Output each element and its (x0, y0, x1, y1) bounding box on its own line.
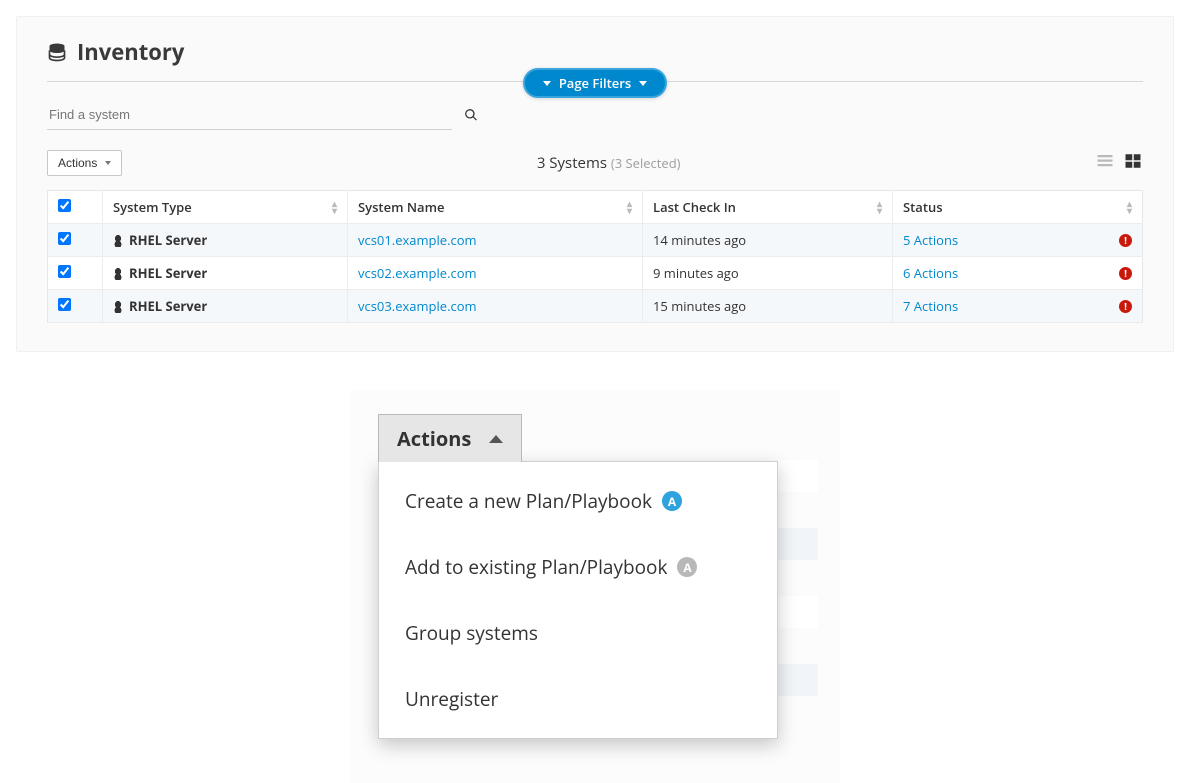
count-main: 3 Systems (537, 153, 607, 173)
table-row[interactable]: RHEL Server vcs01.example.com 14 minutes… (48, 224, 1143, 257)
alert-icon: ! (1119, 267, 1132, 280)
inventory-panel: Inventory Page Filters Actions 3 Systems… (16, 16, 1174, 352)
caret-up-icon (489, 435, 503, 443)
last-check-in: 14 minutes ago (643, 224, 893, 257)
actions-dropdown-detail: Actions Create a new Plan/Playbook A Add… (350, 390, 840, 783)
status-link[interactable]: 5 Actions (903, 231, 958, 249)
caret-down-icon (543, 81, 551, 86)
menu-item-create-plan[interactable]: Create a new Plan/Playbook A (379, 468, 777, 534)
system-type: RHEL Server (129, 264, 207, 282)
sort-icon (627, 198, 632, 215)
row-checkbox[interactable] (58, 298, 71, 311)
sort-icon (332, 198, 337, 215)
caret-down-icon (639, 81, 647, 86)
menu-item-label: Group systems (405, 620, 538, 646)
page-filters-button[interactable]: Page Filters (523, 68, 667, 98)
search-icon[interactable] (464, 108, 478, 122)
status-link[interactable]: 6 Actions (903, 264, 958, 282)
table-row[interactable]: RHEL Server vcs03.example.com 15 minutes… (48, 290, 1143, 323)
system-name-link[interactable]: vcs01.example.com (358, 231, 477, 249)
background-rows (778, 460, 818, 732)
page-title-text: Inventory (77, 37, 184, 67)
row-checkbox[interactable] (58, 265, 71, 278)
caret-down-icon (105, 161, 111, 165)
linux-icon (113, 300, 123, 313)
menu-item-unregister[interactable]: Unregister (379, 666, 777, 732)
actions-label: Actions (397, 425, 471, 452)
column-header-name[interactable]: System Name (348, 191, 643, 224)
page-filters-label: Page Filters (559, 74, 631, 92)
search-input[interactable] (47, 100, 452, 130)
last-check-in: 15 minutes ago (643, 290, 893, 323)
menu-item-label: Unregister (405, 686, 498, 712)
system-type: RHEL Server (129, 231, 207, 249)
menu-item-label: Add to existing Plan/Playbook (405, 554, 667, 580)
count-selected: (3 Selected) (611, 154, 681, 172)
menu-item-label: Create a new Plan/Playbook (405, 488, 652, 514)
linux-icon (113, 234, 123, 247)
ansible-icon-disabled: A (677, 557, 697, 577)
status-link[interactable]: 7 Actions (903, 297, 958, 315)
ansible-icon: A (662, 491, 682, 511)
linux-icon (113, 267, 123, 280)
column-header-type[interactable]: System Type (103, 191, 348, 224)
list-view-button[interactable] (1095, 152, 1115, 174)
actions-label: Actions (58, 156, 97, 170)
sort-icon (877, 198, 882, 215)
row-checkbox[interactable] (58, 232, 71, 245)
select-all-checkbox[interactable] (58, 199, 71, 212)
sort-icon (1127, 198, 1132, 215)
alert-icon: ! (1119, 234, 1132, 247)
database-icon (47, 41, 67, 63)
system-type: RHEL Server (129, 297, 207, 315)
systems-count: 3 Systems (3 Selected) (122, 153, 1095, 173)
actions-dropdown-button[interactable]: Actions (47, 150, 122, 176)
systems-table: System Type System Name Last Check In St… (47, 190, 1143, 323)
grid-view-button[interactable] (1123, 152, 1143, 174)
menu-item-group-systems[interactable]: Group systems (379, 600, 777, 666)
column-header-last[interactable]: Last Check In (643, 191, 893, 224)
actions-dropdown-button-open[interactable]: Actions (378, 414, 522, 462)
system-name-link[interactable]: vcs02.example.com (358, 264, 477, 282)
system-name-link[interactable]: vcs03.example.com (358, 297, 477, 315)
actions-menu: Create a new Plan/Playbook A Add to exis… (378, 461, 778, 739)
alert-icon: ! (1119, 300, 1132, 313)
menu-item-add-to-plan[interactable]: Add to existing Plan/Playbook A (379, 534, 777, 600)
last-check-in: 9 minutes ago (643, 257, 893, 290)
table-row[interactable]: RHEL Server vcs02.example.com 9 minutes … (48, 257, 1143, 290)
column-header-status[interactable]: Status (893, 191, 1143, 224)
